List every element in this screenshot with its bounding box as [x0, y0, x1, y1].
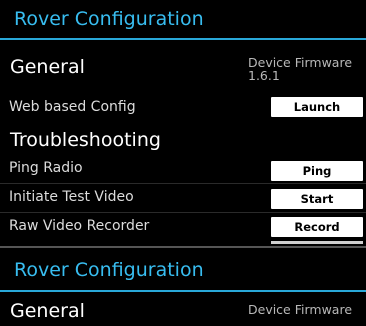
start-button[interactable]: Start [271, 189, 363, 209]
firmware-version: 1.6.1 [248, 68, 280, 83]
partial-button[interactable] [271, 241, 363, 244]
app-title: Rover Configuration [14, 259, 204, 281]
firmware-info: Device Firmware [248, 303, 360, 316]
app-title-bar: Rover Configuration [0, 0, 366, 40]
app-title: Rover Configuration [14, 8, 204, 30]
scroll-edge-divider [0, 246, 366, 248]
launch-button[interactable]: Launch [271, 97, 363, 117]
row-divider [0, 183, 366, 184]
app-title-bar: Rover Configuration [0, 250, 366, 292]
screen: Rover Configuration General Device Firmw… [0, 0, 366, 326]
rover-config-panel: Rover Configuration General Device Firmw… [0, 0, 366, 250]
web-config-label: Web based Config [9, 99, 136, 115]
firmware-info: Device Firmware 1.6.1 [248, 56, 360, 82]
row-divider [0, 212, 366, 213]
rover-config-panel-duplicate: Rover Configuration General Device Firmw… [0, 250, 366, 326]
test-video-label: Initiate Test Video [9, 189, 134, 205]
record-button[interactable]: Record [271, 217, 363, 237]
ping-radio-label: Ping Radio [9, 160, 83, 176]
firmware-label: Device Firmware [248, 302, 353, 317]
troubleshooting-heading: Troubleshooting [10, 129, 161, 151]
video-recorder-label: Raw Video Recorder [9, 218, 150, 234]
ping-button[interactable]: Ping [271, 161, 363, 181]
